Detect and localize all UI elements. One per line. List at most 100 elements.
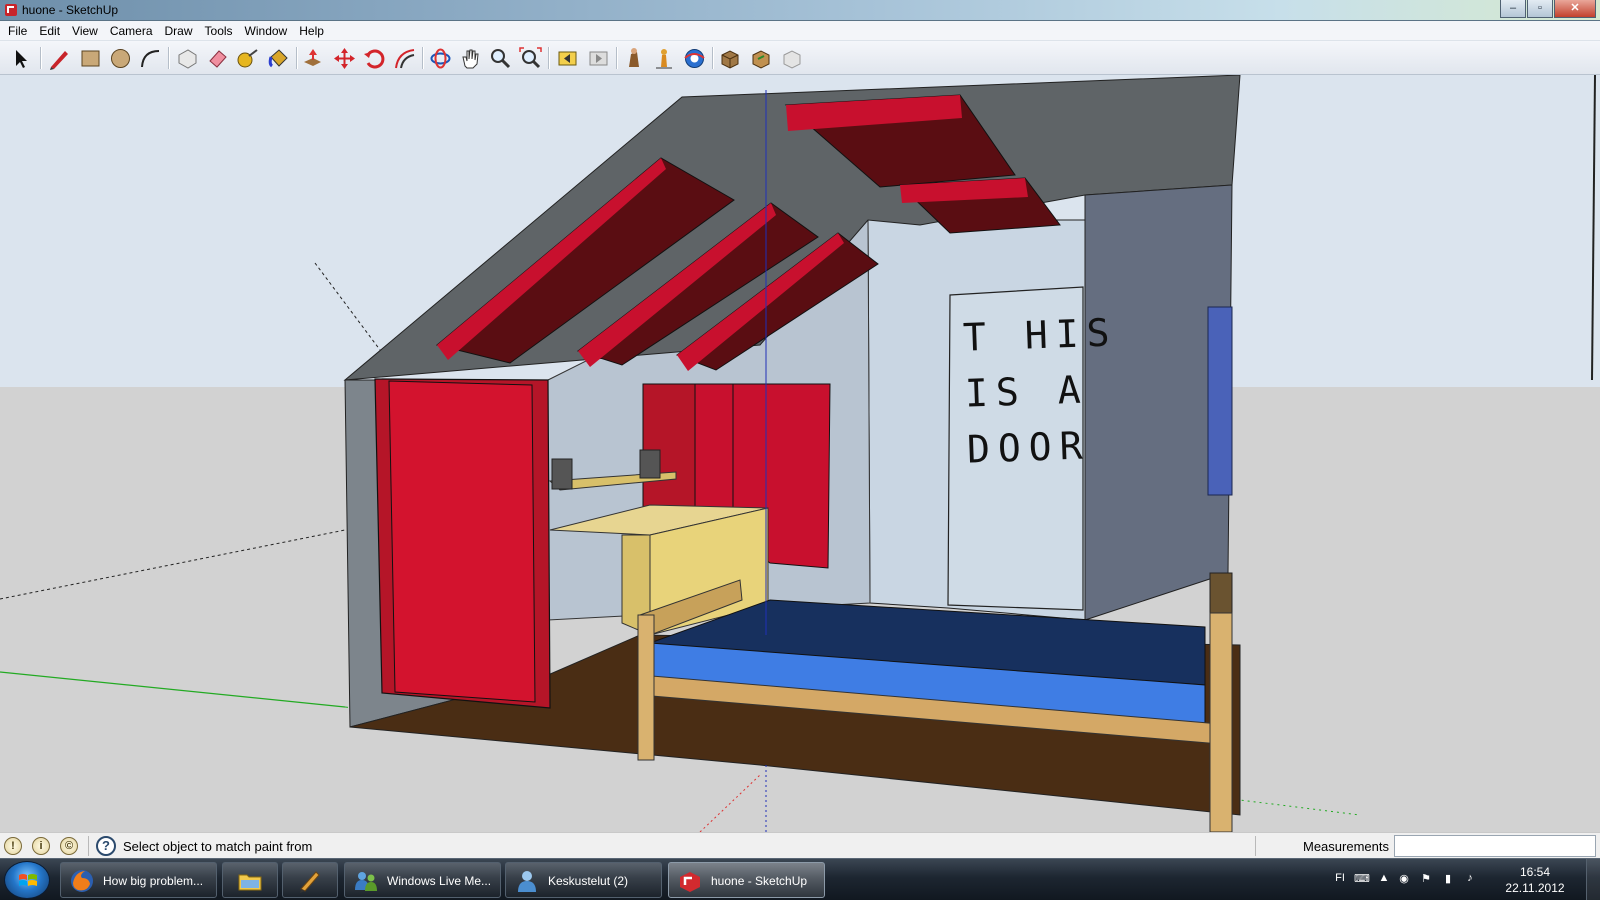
taskbar-item-label: Windows Live Me... bbox=[387, 874, 492, 888]
move-icon[interactable] bbox=[332, 46, 357, 71]
language-indicator[interactable]: FI bbox=[1330, 872, 1350, 888]
action-center-icon[interactable]: ⚑ bbox=[1418, 872, 1434, 888]
minimize-button[interactable]: – bbox=[1500, 0, 1526, 18]
sketchup-icon bbox=[680, 872, 700, 892]
taskbar-item-label: How big problem... bbox=[103, 874, 204, 888]
instructor-help-icon[interactable]: ? bbox=[96, 836, 116, 856]
sketchup-pencil-icon bbox=[300, 871, 320, 893]
speaker bbox=[551, 458, 573, 490]
walk-icon[interactable] bbox=[622, 46, 647, 71]
look-around-icon[interactable] bbox=[682, 46, 707, 71]
bed-leg bbox=[1209, 612, 1233, 832]
toolbar-separator bbox=[168, 47, 169, 69]
taskbar-item-sketchup-launcher[interactable] bbox=[282, 862, 338, 898]
taskbar-item-sketchup[interactable]: huone - SketchUp bbox=[668, 862, 825, 898]
taskbar-item-label: Keskustelut (2) bbox=[548, 874, 629, 888]
wall-panel-red-large-face bbox=[388, 380, 536, 703]
menu-file[interactable]: File bbox=[2, 21, 33, 40]
toolbar-separator bbox=[296, 47, 297, 69]
arc-tool-icon[interactable] bbox=[138, 46, 163, 71]
toolbar-separator bbox=[422, 47, 423, 69]
start-button[interactable] bbox=[4, 861, 50, 899]
toolbar-separator bbox=[712, 47, 713, 69]
door-note-text: T HIS IS A DOOR bbox=[962, 310, 1119, 472]
bed-leg bbox=[637, 614, 655, 761]
measurements-label: Measurements bbox=[1303, 839, 1389, 854]
zoom-extents-icon[interactable] bbox=[518, 46, 543, 71]
menu-help[interactable]: Help bbox=[293, 21, 330, 40]
toolbar-separator bbox=[548, 47, 549, 69]
status-divider bbox=[1255, 836, 1256, 856]
windows-logo-icon bbox=[19, 874, 37, 886]
volume-icon[interactable]: ♪ bbox=[1462, 872, 1478, 888]
make-component-icon[interactable] bbox=[175, 46, 200, 71]
pan-hand-icon[interactable] bbox=[458, 46, 483, 71]
menu-bar: File Edit View Camera Draw Tools Window … bbox=[0, 21, 1600, 41]
measurements-input[interactable] bbox=[1394, 835, 1596, 857]
status-message: Select object to match paint from bbox=[123, 839, 313, 854]
signal-icon[interactable]: ▮ bbox=[1440, 872, 1456, 888]
taskbar-item-explorer[interactable] bbox=[222, 862, 278, 898]
wall-panel-blue bbox=[1207, 306, 1233, 496]
show-hidden-icons[interactable]: ▲ bbox=[1376, 872, 1392, 888]
show-desktop-button[interactable] bbox=[1586, 859, 1600, 900]
menu-tools[interactable]: Tools bbox=[199, 21, 239, 40]
network-status-icon[interactable]: ◉ bbox=[1396, 872, 1412, 888]
paint-bucket-icon[interactable] bbox=[266, 46, 291, 71]
components-icon[interactable] bbox=[718, 46, 743, 71]
offset-icon[interactable] bbox=[392, 46, 417, 71]
taskbar-item-live-messenger[interactable]: Windows Live Me... bbox=[344, 862, 501, 898]
menu-view[interactable]: View bbox=[66, 21, 104, 40]
orbit-icon[interactable] bbox=[428, 46, 453, 71]
window-title: huone - SketchUp bbox=[22, 3, 119, 17]
select-tool-icon[interactable] bbox=[8, 46, 33, 71]
clock-time[interactable]: 16:54 bbox=[1500, 865, 1570, 879]
taskbar-item-firefox[interactable]: How big problem... bbox=[60, 862, 217, 898]
geo-location-icon[interactable]: ! bbox=[4, 837, 22, 855]
menu-draw[interactable]: Draw bbox=[159, 21, 199, 40]
toolbar-separator bbox=[40, 47, 41, 69]
zoom-icon[interactable] bbox=[488, 46, 513, 71]
clock-date[interactable]: 22.11.2012 bbox=[1500, 881, 1570, 895]
share-model-icon[interactable] bbox=[780, 46, 805, 71]
credits-icon[interactable]: i bbox=[32, 837, 50, 855]
taskbar-item-chat[interactable]: Keskustelut (2) bbox=[505, 862, 662, 898]
sketchup-window: huone - SketchUp – ▫ ✕ File Edit View Ca… bbox=[0, 0, 1600, 900]
keyboard-icon[interactable]: ⌨ bbox=[1354, 872, 1370, 888]
next-view-icon[interactable] bbox=[586, 46, 611, 71]
main-toolbar bbox=[0, 41, 1600, 75]
title-bar[interactable]: huone - SketchUp – ▫ ✕ bbox=[0, 0, 1600, 21]
system-tray: FI ⌨ ▲ ◉ ⚑ ▮ ♪ 16:54 22.11.2012 bbox=[1330, 859, 1600, 900]
menu-edit[interactable]: Edit bbox=[33, 21, 66, 40]
maximize-button[interactable]: ▫ bbox=[1527, 0, 1553, 18]
push-pull-icon[interactable] bbox=[300, 46, 325, 71]
previous-view-icon[interactable] bbox=[555, 46, 580, 71]
menu-camera[interactable]: Camera bbox=[104, 21, 159, 40]
eraser-icon[interactable] bbox=[205, 46, 230, 71]
room-model-drawing bbox=[0, 75, 1600, 832]
bed-post-top bbox=[1209, 572, 1233, 614]
taskbar-item-label: huone - SketchUp bbox=[711, 874, 808, 888]
firefox-icon bbox=[71, 870, 93, 892]
chat-icon bbox=[518, 871, 536, 892]
status-divider bbox=[88, 836, 89, 856]
menu-window[interactable]: Window bbox=[239, 21, 294, 40]
pencil-tool-icon[interactable] bbox=[47, 46, 72, 71]
rotate-icon[interactable] bbox=[362, 46, 387, 71]
status-bar: ! i © ? Select object to match paint fro… bbox=[0, 832, 1600, 858]
folder-icon bbox=[238, 874, 262, 891]
windows-taskbar: How big problem... Windows Live Me... Ke… bbox=[0, 858, 1600, 900]
live-messenger-icon bbox=[355, 872, 377, 891]
tape-measure-icon[interactable] bbox=[235, 46, 260, 71]
window-controls: – ▫ ✕ bbox=[1499, 0, 1596, 18]
rectangle-tool-icon[interactable] bbox=[78, 46, 103, 71]
3d-warehouse-icon[interactable] bbox=[749, 46, 774, 71]
toolbar-separator bbox=[616, 47, 617, 69]
position-camera-icon[interactable] bbox=[652, 46, 677, 71]
close-button[interactable]: ✕ bbox=[1554, 0, 1596, 18]
copyright-icon[interactable]: © bbox=[60, 837, 78, 855]
sketchup-app-icon bbox=[5, 4, 17, 16]
speaker bbox=[639, 449, 661, 479]
model-viewport[interactable]: T HIS IS A DOOR bbox=[0, 75, 1600, 832]
circle-tool-icon[interactable] bbox=[108, 46, 133, 71]
